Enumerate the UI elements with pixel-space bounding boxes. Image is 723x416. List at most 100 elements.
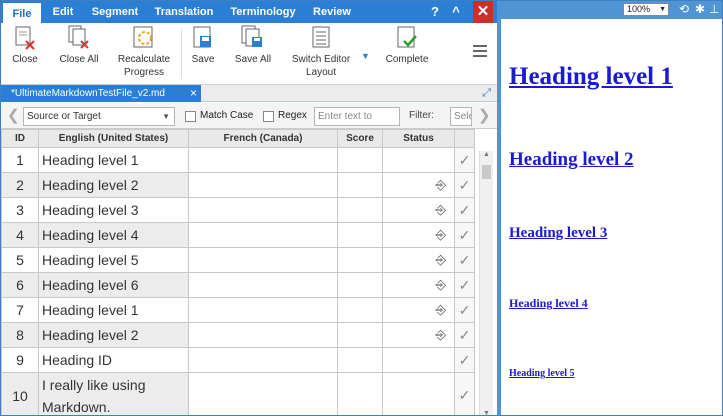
table-row[interactable]: 10 I really like using Markdown. ✓ <box>1 372 475 415</box>
column-header-id[interactable]: ID <box>1 129 39 148</box>
confirm-check-icon[interactable]: ✓ <box>459 227 471 243</box>
source-cell[interactable]: Heading level 1 <box>38 297 189 323</box>
source-cell[interactable]: I really like using Markdown. <box>38 372 189 415</box>
confirm-check-icon[interactable]: ✓ <box>459 327 471 343</box>
settings-icon[interactable]: ✱ <box>695 2 705 16</box>
complete-button[interactable]: Complete <box>381 23 433 85</box>
collapse-ribbon-icon[interactable]: ^ <box>447 1 465 23</box>
column-header-score[interactable]: Score <box>337 129 383 148</box>
table-row[interactable]: 1 Heading level 1 ✓ <box>1 147 475 173</box>
confirm-check-icon[interactable]: ✓ <box>459 152 471 168</box>
menu-terminology[interactable]: Terminology <box>225 1 301 23</box>
menu-translation[interactable]: Translation <box>149 1 219 23</box>
source-copy-icon[interactable]: ⎆ <box>436 302 446 317</box>
target-cell[interactable] <box>188 322 338 348</box>
target-cell[interactable] <box>188 247 338 273</box>
confirm-check-icon[interactable]: ✓ <box>459 277 471 293</box>
target-cell[interactable] <box>188 372 338 415</box>
close-window-button[interactable]: ✕ <box>473 1 493 23</box>
confirm-cell[interactable]: ✓ <box>454 272 475 298</box>
confirm-check-icon[interactable]: ✓ <box>459 387 471 403</box>
target-cell[interactable] <box>188 297 338 323</box>
target-cell[interactable] <box>188 222 338 248</box>
column-header-status[interactable]: Status <box>382 129 455 148</box>
close-button[interactable]: Close <box>5 23 45 85</box>
confirm-check-icon[interactable]: ✓ <box>459 352 471 368</box>
confirm-cell[interactable]: ✓ <box>454 322 475 348</box>
close-tab-icon[interactable]: × <box>190 85 197 102</box>
target-cell[interactable] <box>188 172 338 198</box>
scrollbar-thumb[interactable] <box>482 165 491 179</box>
preview-heading-3[interactable]: Heading level 3 <box>509 225 607 242</box>
menu-review[interactable]: Review <box>307 1 357 23</box>
menu-segment[interactable]: Segment <box>85 1 145 23</box>
confirm-cell[interactable]: ✓ <box>454 222 475 248</box>
table-row[interactable]: 3 Heading level 3 ⎆ ✓ <box>1 197 475 223</box>
grid-scrollbar[interactable]: ▲ ▼ <box>479 151 493 415</box>
save-all-button[interactable]: Save All <box>229 23 277 85</box>
save-button[interactable]: Save <box>185 23 221 85</box>
confirm-check-icon[interactable]: ✓ <box>459 252 471 268</box>
confirm-cell[interactable]: ✓ <box>454 297 475 323</box>
source-cell[interactable]: Heading level 2 <box>38 322 189 348</box>
source-cell[interactable]: Heading level 5 <box>38 247 189 273</box>
source-cell[interactable]: Heading level 6 <box>38 272 189 298</box>
confirm-check-icon[interactable]: ✓ <box>459 177 471 193</box>
source-copy-icon[interactable]: ⎆ <box>436 202 446 217</box>
document-tab[interactable]: *UltimateMarkdownTestFile_v2.md × <box>1 85 201 102</box>
table-row[interactable]: 7 Heading level 1 ⎆ ✓ <box>1 297 475 323</box>
scroll-down-icon[interactable]: ▼ <box>483 410 490 415</box>
preview-heading-1[interactable]: Heading level 1 <box>509 63 673 91</box>
confirm-cell[interactable]: ✓ <box>454 147 475 173</box>
preview-heading-2[interactable]: Heading level 2 <box>509 149 634 171</box>
source-copy-icon[interactable]: ⎆ <box>436 252 446 267</box>
search-input[interactable]: Enter text to <box>314 107 400 126</box>
match-case-checkbox[interactable] <box>185 111 196 122</box>
pin-icon[interactable]: ⊥ <box>709 2 719 16</box>
menu-edit[interactable]: Edit <box>45 1 81 23</box>
target-cell[interactable] <box>188 197 338 223</box>
preview-heading-5[interactable]: Heading level 5 <box>509 368 575 379</box>
regex-checkbox[interactable] <box>263 111 274 122</box>
table-row[interactable]: 6 Heading level 6 ⎆ ✓ <box>1 272 475 298</box>
confirm-cell[interactable]: ✓ <box>454 247 475 273</box>
column-header-target[interactable]: French (Canada) <box>188 129 338 148</box>
table-row[interactable]: 4 Heading level 4 ⎆ ✓ <box>1 222 475 248</box>
expand-icon[interactable]: ⤢ <box>482 87 491 100</box>
confirm-check-icon[interactable]: ✓ <box>459 202 471 218</box>
source-cell[interactable]: Heading ID <box>38 347 189 373</box>
scroll-up-icon[interactable]: ▲ <box>483 151 490 158</box>
ribbon-menu-icon[interactable] <box>473 45 487 57</box>
zoom-select[interactable]: 100% ▼ <box>623 3 669 16</box>
preview-heading-4[interactable]: Heading level 4 <box>509 296 588 311</box>
recalculate-progress-button[interactable]: Recalculate Progress <box>111 23 177 85</box>
menu-file[interactable]: File <box>3 1 41 23</box>
source-cell[interactable]: Heading level 3 <box>38 197 189 223</box>
column-header-source[interactable]: English (United States) <box>38 129 189 148</box>
confirm-cell[interactable]: ✓ <box>454 172 475 198</box>
source-cell[interactable]: Heading level 4 <box>38 222 189 248</box>
source-cell[interactable]: Heading level 1 <box>38 147 189 173</box>
table-row[interactable]: 8 Heading level 2 ⎆ ✓ <box>1 322 475 348</box>
confirm-check-icon[interactable]: ✓ <box>459 302 471 318</box>
confirm-cell[interactable]: ✓ <box>454 372 475 415</box>
target-cell[interactable] <box>188 272 338 298</box>
refresh-icon[interactable]: ⟲ <box>679 2 689 16</box>
source-copy-icon[interactable]: ⎆ <box>436 277 446 292</box>
confirm-cell[interactable]: ✓ <box>454 347 475 373</box>
scroll-right-arrow-icon[interactable]: ❯ <box>478 106 491 124</box>
help-icon[interactable]: ? <box>427 1 443 23</box>
filter-select[interactable]: Sele <box>450 107 472 126</box>
scroll-left-arrow-icon[interactable]: ❮ <box>7 106 20 124</box>
source-copy-icon[interactable]: ⎆ <box>436 327 446 342</box>
source-cell[interactable]: Heading level 2 <box>38 172 189 198</box>
target-cell[interactable] <box>188 147 338 173</box>
source-copy-icon[interactable]: ⎆ <box>436 227 446 242</box>
target-cell[interactable] <box>188 347 338 373</box>
table-row[interactable]: 9 Heading ID ✓ <box>1 347 475 373</box>
table-row[interactable]: 2 Heading level 2 ⎆ ✓ <box>1 172 475 198</box>
search-scope-select[interactable]: Source or Target ▼ <box>23 107 175 126</box>
table-row[interactable]: 5 Heading level 5 ⎆ ✓ <box>1 247 475 273</box>
switch-layout-dropdown-icon[interactable]: ▼ <box>361 51 370 61</box>
switch-editor-layout-button[interactable]: Switch Editor Layout <box>285 23 357 85</box>
